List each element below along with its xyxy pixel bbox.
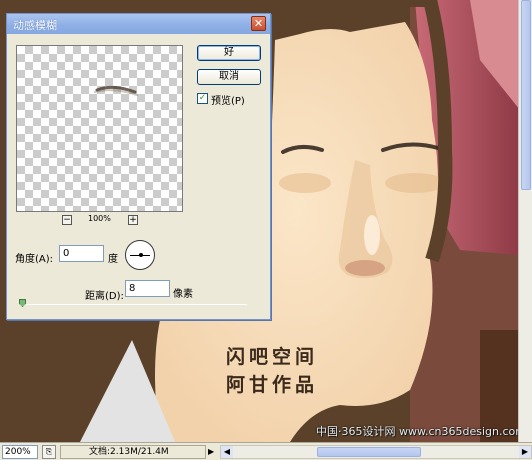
- zoom-in-button[interactable]: +: [128, 215, 138, 225]
- artwork-text-line2: 阿甘作品: [226, 374, 319, 396]
- distance-label: 距离(D):: [85, 291, 124, 302]
- dialog-title: 动感模糊: [13, 19, 57, 32]
- distance-slider-track[interactable]: [21, 304, 247, 305]
- vertical-scroll-thumb[interactable]: [521, 0, 531, 190]
- angle-unit: 度: [108, 254, 118, 265]
- ok-button[interactable]: 好: [197, 45, 261, 61]
- horizontal-scrollbar[interactable]: ◀ ▶: [220, 444, 532, 459]
- preview-checkbox[interactable]: ✓: [197, 93, 208, 104]
- document-size: 文档:2.13M/21.4M: [60, 444, 206, 459]
- status-bar: 200% ⎘ 文档:2.13M/21.4M ▶ ◀ ▶: [0, 442, 532, 460]
- angle-input[interactable]: 0: [59, 245, 104, 262]
- cancel-button[interactable]: 取消: [197, 69, 261, 85]
- scroll-left-arrow-icon[interactable]: ◀: [221, 445, 233, 458]
- horizontal-scroll-thumb[interactable]: [317, 446, 421, 457]
- angle-label: 角度(A):: [15, 254, 54, 265]
- distance-input[interactable]: 8: [125, 280, 170, 297]
- zoom-out-button[interactable]: −: [62, 215, 72, 225]
- distance-slider-thumb[interactable]: [19, 299, 26, 307]
- distance-unit: 像素: [173, 289, 193, 300]
- preview-checkbox-label[interactable]: 预览(P): [211, 92, 245, 107]
- close-button[interactable]: ✕: [251, 16, 266, 31]
- vertical-scrollbar[interactable]: [518, 0, 532, 442]
- angle-dial-center: [139, 253, 143, 257]
- status-menu-arrow-icon[interactable]: ▶: [208, 445, 218, 459]
- preview-eyebrow-stroke: [94, 85, 138, 96]
- dialog-titlebar[interactable]: 动感模糊 ✕: [7, 14, 270, 34]
- preview-zoom-level: 100%: [88, 214, 111, 223]
- close-icon: ✕: [253, 17, 264, 30]
- artwork-text-line1: 闪吧空间: [226, 346, 319, 368]
- checkmark-icon: ✓: [198, 93, 207, 103]
- angle-dial[interactable]: [125, 240, 155, 270]
- scroll-right-arrow-icon[interactable]: ▶: [519, 445, 531, 458]
- zoom-level-field[interactable]: 200%: [2, 444, 38, 459]
- motion-blur-dialog: 动感模糊 ✕ − 100% + 好 取消 ✓ 预览(P) 角度(A): 0 度 …: [6, 13, 271, 320]
- status-info-icon[interactable]: ⎘: [42, 444, 56, 459]
- filter-preview[interactable]: [16, 45, 183, 212]
- watermark-text: 中国·365设计网 www.cn365design.com: [316, 425, 526, 438]
